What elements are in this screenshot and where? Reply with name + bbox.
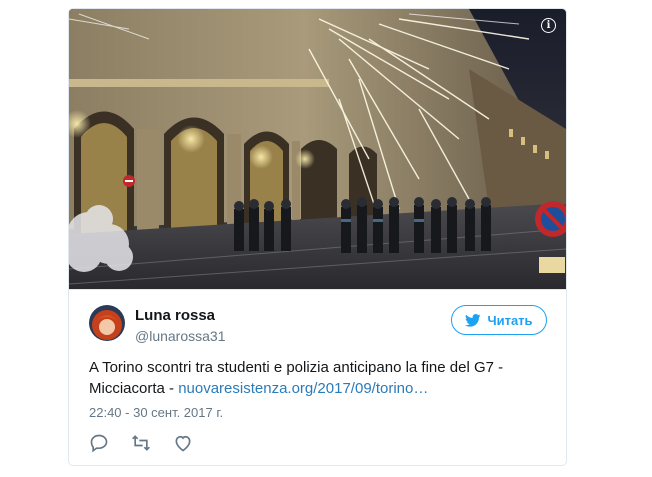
- tweet-timestamp[interactable]: 22:40 - 30 сент. 2017 г.: [89, 405, 223, 420]
- tweet-text: A Torino scontri tra studenti e polizia …: [89, 357, 554, 399]
- twitter-bird-icon: [465, 313, 481, 327]
- heart-icon[interactable]: [173, 433, 193, 453]
- follow-button[interactable]: Читать: [451, 305, 547, 335]
- author-handle[interactable]: @lunarossa31: [135, 328, 226, 344]
- tweet-photo[interactable]: i: [69, 9, 566, 289]
- avatar-image: [89, 305, 125, 341]
- reply-icon[interactable]: [89, 433, 109, 453]
- tweet-card: i Luna rossa @lunarossa31 Читать A Torin…: [68, 8, 567, 466]
- info-icon[interactable]: i: [541, 18, 556, 33]
- tweet-actions: [89, 433, 193, 453]
- author-name[interactable]: Luna rossa: [135, 307, 215, 324]
- retweet-icon[interactable]: [131, 433, 151, 453]
- follow-label: Читать: [487, 312, 533, 328]
- riot-street-photo: [69, 9, 566, 289]
- divider: [69, 289, 566, 290]
- avatar[interactable]: [89, 305, 125, 341]
- tweet-link[interactable]: nuovaresistenza.org/2017/09/torino…: [178, 380, 428, 397]
